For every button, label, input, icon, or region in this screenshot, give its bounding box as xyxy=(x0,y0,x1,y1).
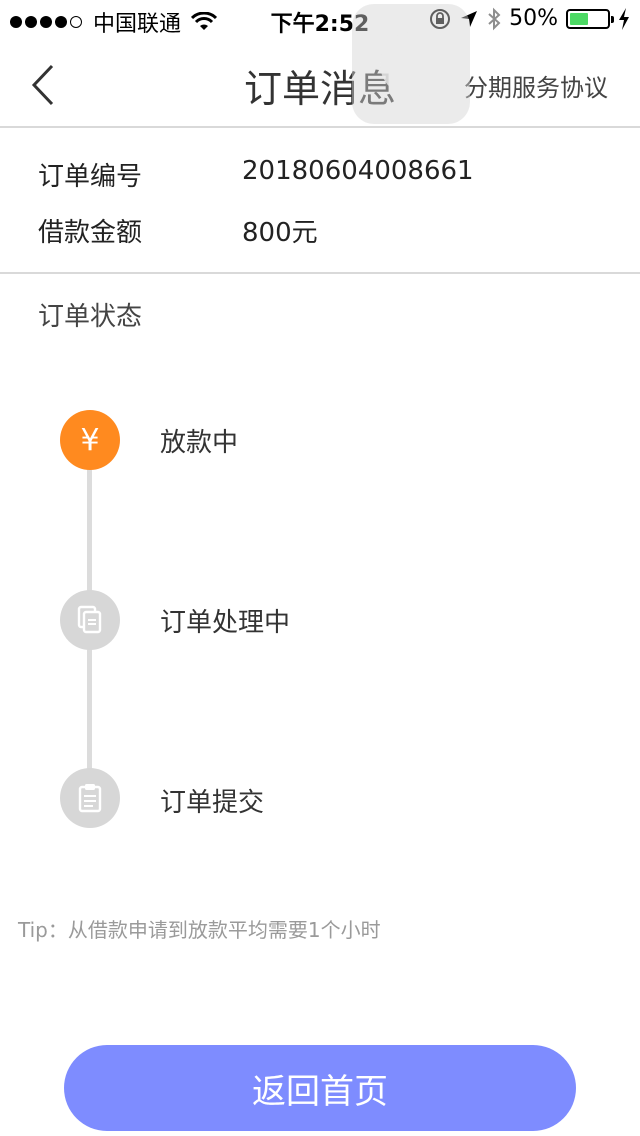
order-number-label: 订单编号 xyxy=(38,162,143,192)
step-label-disbursing: 放款中 xyxy=(160,428,239,458)
installment-agreement-link[interactable]: 分期服务协议 xyxy=(464,68,608,103)
tip-text: Tip：从借款申请到放款平均需要1个小时 xyxy=(18,918,381,942)
assistive-touch-inner xyxy=(380,32,444,96)
yen-icon: ¥ xyxy=(60,410,120,470)
yen-glyph: ¥ xyxy=(80,422,100,458)
documents-icon xyxy=(60,590,120,650)
bluetooth-icon xyxy=(488,7,501,30)
loan-amount-label: 借款金额 xyxy=(38,218,143,248)
clipboard-icon xyxy=(60,768,120,828)
battery-fill xyxy=(570,12,588,25)
loan-amount-row: 借款金额 800元 xyxy=(38,212,318,249)
assistive-touch-button[interactable] xyxy=(352,4,470,124)
order-number-value: 20180604008661 xyxy=(242,156,474,186)
status-bar: 中国联通 下午2:52 50% xyxy=(0,0,640,40)
back-to-home-button[interactable]: 返回首页 xyxy=(64,1045,576,1131)
order-info-card: 订单编号 20180604008661 借款金额 800元 xyxy=(0,130,640,274)
battery-percent: 50% xyxy=(509,6,558,31)
battery-icon xyxy=(566,8,614,29)
order-status-heading: 订单状态 xyxy=(38,302,143,332)
order-number-row: 订单编号 20180604008661 xyxy=(38,156,474,193)
charging-bolt-icon xyxy=(619,7,629,30)
step-label-submitted: 订单提交 xyxy=(160,788,265,818)
nav-bar: 订单消息 分期服务协议 xyxy=(0,40,640,128)
loan-amount-value: 800元 xyxy=(242,218,318,248)
step-label-processing: 订单处理中 xyxy=(160,608,291,638)
